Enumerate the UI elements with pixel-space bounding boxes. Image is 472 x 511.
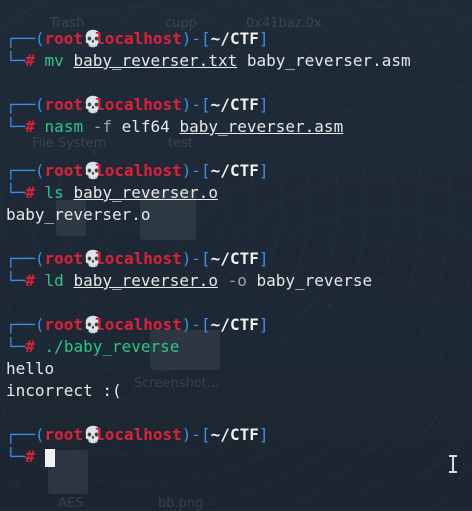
prompt-hash: # [25, 183, 35, 202]
command-line: └─# ld baby_reverser.o -o baby_reverse [6, 270, 372, 292]
skull-icon: 💀 [83, 29, 103, 48]
command-output: hello [6, 359, 55, 378]
skull-icon: 💀 [83, 161, 103, 180]
skull-icon: 💀 [83, 315, 103, 334]
command-line: └─# ls baby_reverser.o [6, 182, 218, 204]
terminal-window[interactable]: ┌──(root💀localhost)-[~/CTF] └─# mv baby_… [0, 0, 472, 509]
prompt-host: localhost [95, 425, 182, 444]
prompt-line: ┌──(root💀localhost)-[~/CTF] [6, 424, 268, 446]
prompt-path: ~/CTF [210, 249, 259, 268]
command-arg: baby_reverser.o [73, 271, 218, 290]
command-name: ld [44, 271, 64, 290]
prompt-bracket: ] [258, 315, 269, 334]
command-name: mv [44, 51, 64, 70]
prompt-user: root [44, 315, 84, 334]
command-option: -f [92, 117, 112, 136]
prompt-path: ~/CTF [210, 315, 259, 334]
prompt-line: ┌──(root💀localhost)-[~/CTF] [6, 28, 268, 50]
command-option: -o [227, 271, 247, 290]
prompt-separator: )-[ [181, 29, 211, 48]
command-name: nasm [44, 117, 84, 136]
prompt-host: localhost [95, 95, 182, 114]
command-output: incorrect :( [6, 381, 122, 400]
prompt-host: localhost [95, 161, 182, 180]
prompt-host: localhost [95, 29, 182, 48]
command-arg: baby_reverser.o [73, 183, 218, 202]
prompt-bracket: ┌──( [6, 95, 45, 114]
prompt-path: ~/CTF [210, 29, 259, 48]
skull-icon: 💀 [83, 95, 103, 114]
prompt-path: ~/CTF [210, 425, 259, 444]
prompt-separator: )-[ [181, 315, 211, 334]
prompt-corner: └─ [6, 447, 26, 466]
prompt-separator: )-[ [181, 95, 211, 114]
prompt-corner: └─ [6, 337, 26, 356]
prompt-host: localhost [95, 315, 182, 334]
prompt-separator: )-[ [181, 161, 211, 180]
skull-icon: 💀 [83, 425, 103, 444]
command-line: └─# nasm -f elf64 baby_reverser.asm [6, 116, 343, 138]
prompt-line: ┌──(root💀localhost)-[~/CTF] [6, 94, 268, 116]
command-arg: baby_reverser.asm [179, 117, 344, 136]
prompt-bracket: ┌──( [6, 315, 45, 334]
prompt-user: root [44, 95, 84, 114]
prompt-separator: )-[ [181, 249, 211, 268]
prompt-path: ~/CTF [210, 161, 259, 180]
prompt-user: root [44, 29, 84, 48]
command-line: └─# mv baby_reverser.txt baby_reverser.a… [6, 50, 411, 72]
prompt-bracket: ┌──( [6, 161, 45, 180]
command-line: └─# ./baby_reverse [6, 336, 179, 358]
prompt-hash: # [25, 337, 35, 356]
ibeam-cursor-icon [448, 455, 458, 473]
prompt-bracket: ┌──( [6, 425, 45, 444]
prompt-user: root [44, 425, 84, 444]
prompt-hash: # [25, 447, 35, 466]
command-arg: baby_reverser.txt [73, 51, 238, 70]
prompt-host: localhost [95, 249, 182, 268]
prompt-user: root [44, 249, 84, 268]
command-output: baby_reverser.o [6, 205, 151, 224]
prompt-bracket: ┌──( [6, 249, 45, 268]
prompt-bracket: ] [258, 161, 269, 180]
command-arg: baby_reverser.asm [246, 51, 411, 70]
text-cursor [44, 448, 55, 467]
command-arg: baby_reverse [256, 271, 373, 290]
prompt-corner: └─ [6, 183, 26, 202]
prompt-line: ┌──(root💀localhost)-[~/CTF] [6, 314, 268, 336]
command-arg: elf64 [121, 117, 170, 136]
prompt-bracket: ] [258, 425, 269, 444]
prompt-separator: )-[ [181, 425, 211, 444]
prompt-corner: └─ [6, 271, 26, 290]
prompt-hash: # [25, 51, 35, 70]
prompt-hash: # [25, 271, 35, 290]
command-name: ls [44, 183, 64, 202]
skull-icon: 💀 [83, 249, 103, 268]
prompt-hash: # [25, 117, 35, 136]
command-name: ./baby_reverse [44, 337, 180, 356]
prompt-path: ~/CTF [210, 95, 259, 114]
prompt-user: root [44, 161, 84, 180]
prompt-corner: └─ [6, 117, 26, 136]
prompt-line: ┌──(root💀localhost)-[~/CTF] [6, 160, 268, 182]
prompt-corner: └─ [6, 51, 26, 70]
prompt-bracket: ] [258, 95, 269, 114]
prompt-bracket: ] [258, 249, 269, 268]
prompt-line: ┌──(root💀localhost)-[~/CTF] [6, 248, 268, 270]
input-line[interactable]: └─# [6, 446, 55, 468]
prompt-bracket: ] [258, 29, 269, 48]
prompt-bracket: ┌──( [6, 29, 45, 48]
